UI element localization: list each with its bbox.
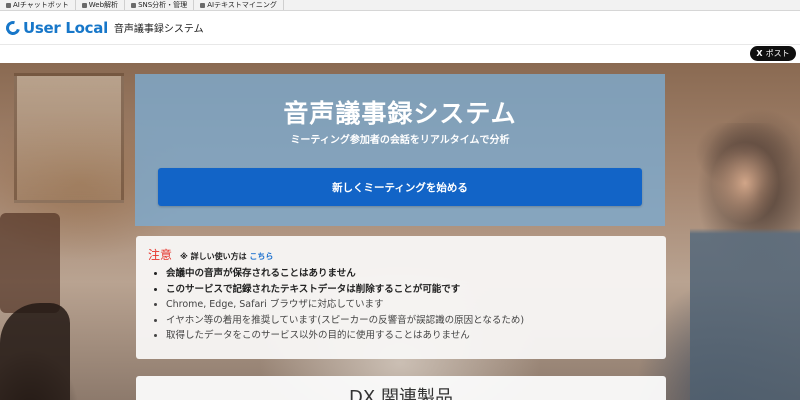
photo-chair [0,213,60,313]
notice-item: 会議中の音声が保存されることはありません [166,266,654,282]
top-utility-bar: AIチャットボット Web解析 SNS分析・管理 AIテキストマイニング [0,0,800,11]
site-header: User Local 音声議事録システム [0,11,800,45]
x-post-button[interactable]: X ポスト [750,46,796,61]
dx-products-card: DX 関連製品 [136,376,666,400]
notice-item: 取得したデータをこのサービス以外の目的に使用することはありません [166,328,654,344]
dx-products-title: DX 関連製品 [349,387,453,400]
app-name: 音声議事録システム [113,24,204,35]
post-label: ポスト [765,49,790,58]
text-mining-icon [200,2,206,8]
user-local-logo-icon [3,17,23,38]
analytics-icon [81,2,87,8]
hero-panel: 音声議事録システム ミーティング参加者の会話をリアルタイムで分析 新しくミーティ… [135,74,665,226]
sns-icon [131,2,137,8]
notice-list: 会議中の音声が保存されることはありません このサービスで記録されたテキストデータ… [148,266,654,344]
start-meeting-button[interactable]: 新しくミーティングを始める [158,168,642,206]
notice-item: イヤホン等の着用を推奨しています(スピーカーの反響音が誤認識の原因となるため) [166,313,654,329]
notice-title: 注意 [148,248,173,262]
page-title: 音声議事録システム [283,99,517,128]
photo-window [14,73,124,203]
notice-header: 注意 ※ 詳しい使い方は こちら [148,246,654,263]
page-subtitle: ミーティング参加者の会話をリアルタイムで分析 [290,135,510,146]
brand-name: User Local [23,18,108,37]
user-local-logo[interactable]: User Local [3,17,108,38]
notice-item: Chrome, Edge, Safari ブラウザに対応しています [166,297,654,313]
notice-item: このサービスで記録されたテキストデータは削除することが可能です [166,282,654,298]
help-text: ※ 詳しい使い方は こちら [180,252,274,261]
topbar-link-chatbot[interactable]: AIチャットボット [0,0,76,10]
help-link[interactable]: こちら [249,252,273,261]
photo-person [690,123,800,400]
topbar-link-web-analytics[interactable]: Web解析 [76,0,126,10]
topbar-link-text-mining[interactable]: AIテキストマイニング [194,0,284,10]
x-logo-icon: X [756,49,763,58]
chatbot-icon [6,2,11,8]
topbar-link-sns[interactable]: SNS分析・管理 [125,0,195,10]
photo-person-hair [0,303,70,400]
notice-card: 注意 ※ 詳しい使い方は こちら 会議中の音声が保存されることはありません この… [136,236,666,359]
